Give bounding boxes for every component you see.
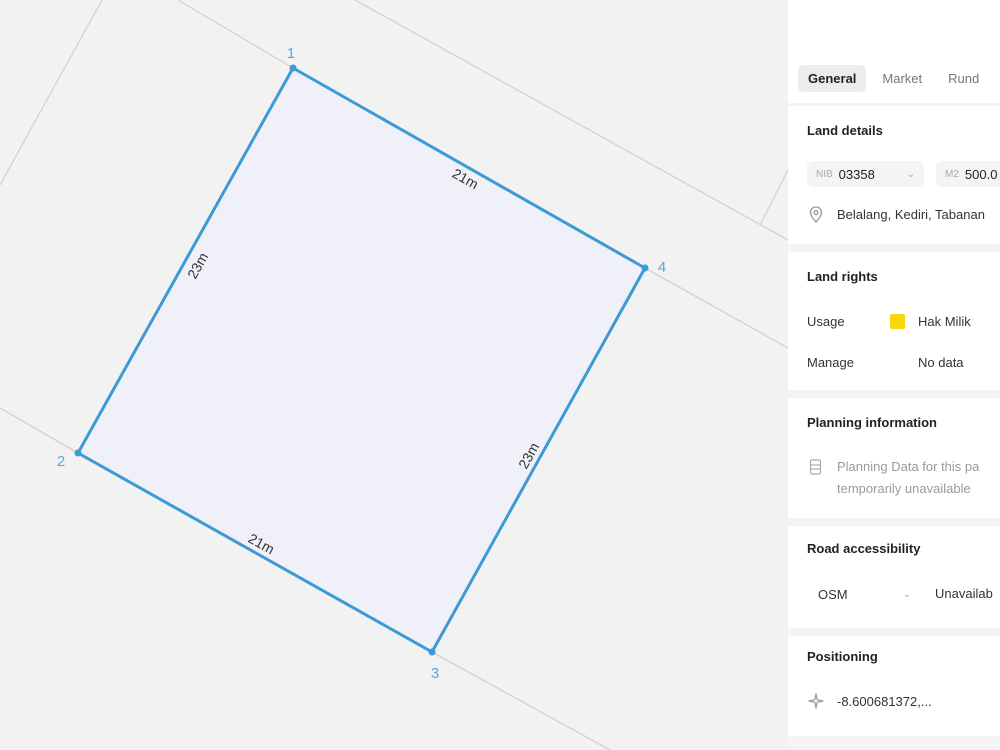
road-source-value: OSM xyxy=(818,586,848,602)
tab-market[interactable]: Market xyxy=(872,65,932,92)
tab-general[interactable]: General xyxy=(798,65,867,92)
chevron-down-icon: ⌄ xyxy=(906,168,915,180)
coordinates-text: -8.600681372,... xyxy=(837,694,932,709)
tab-rund[interactable]: Rund xyxy=(938,65,989,92)
manage-color-swatch xyxy=(890,355,905,370)
positioning-title: Positioning xyxy=(807,649,878,664)
road-source-select[interactable]: OSM ⌄ xyxy=(807,580,919,608)
road-title: Road accessibility xyxy=(807,541,921,556)
vertex-label-1: 1 xyxy=(287,45,295,62)
map-svg[interactable]: 21m 23m 21m 23m 1 2 3 4 xyxy=(0,0,788,750)
land-rights-card: Land rights Usage Hak Milik Manage No da… xyxy=(788,252,1000,390)
location-text: Belalang, Kediri, Tabanan xyxy=(837,207,985,222)
nib-prefix: NIB xyxy=(816,168,833,180)
manage-label: Manage xyxy=(807,355,854,370)
planning-line-2: temporarily unavailable xyxy=(837,481,971,496)
area-prefix: M2 xyxy=(945,168,959,180)
manage-value: No data xyxy=(918,355,964,370)
area-value: 500.0 xyxy=(964,166,998,182)
location-pin-icon xyxy=(809,206,823,223)
usage-value: Hak Milik xyxy=(918,314,971,329)
document-icon xyxy=(809,459,822,475)
parcel-line xyxy=(0,0,103,186)
vertex-dot-3[interactable] xyxy=(428,648,436,656)
vertex-label-2: 2 xyxy=(57,453,65,470)
vertex-dot-2[interactable] xyxy=(74,449,82,457)
road-status: Unavailab xyxy=(935,586,993,601)
positioning-card: Positioning -8.600681372,... xyxy=(788,636,1000,736)
parcel-line xyxy=(644,267,788,349)
land-details-title: Land details xyxy=(807,123,883,138)
parcel-line xyxy=(177,0,294,69)
vertex-dot-4[interactable] xyxy=(641,264,649,272)
details-panel: General Market Rund Land details NIB 033… xyxy=(788,0,1000,750)
nib-field[interactable]: NIB 03358 ⌄ xyxy=(807,161,924,187)
crosshair-icon xyxy=(808,693,824,709)
usage-color-swatch xyxy=(890,314,905,329)
chevron-down-icon: ⌄ xyxy=(902,588,911,600)
map-canvas[interactable]: 21m 23m 21m 23m 1 2 3 4 xyxy=(0,0,788,750)
tab-list: General Market Rund xyxy=(798,65,989,92)
planning-card: Planning information Planning Data for t… xyxy=(788,398,1000,518)
tabs-bar: General Market Rund xyxy=(788,0,1000,103)
land-rights-title: Land rights xyxy=(807,269,878,284)
road-card: Road accessibility OSM ⌄ Unavailab xyxy=(788,526,1000,628)
parcel-line xyxy=(759,169,788,226)
land-details-card: Land details NIB 03358 ⌄ M2 500.0 Belala… xyxy=(788,106,1000,244)
planning-title: Planning information xyxy=(807,415,937,430)
planning-line-1: Planning Data for this pa xyxy=(837,459,980,474)
parcel-polygon[interactable] xyxy=(76,66,647,654)
parcel-line xyxy=(0,407,79,454)
nib-value: 03358 xyxy=(838,166,875,182)
vertex-label-4: 4 xyxy=(658,259,666,276)
usage-label: Usage xyxy=(807,314,845,329)
vertex-dot-1[interactable] xyxy=(289,64,297,72)
parcel-line xyxy=(431,651,611,750)
vertex-label-3: 3 xyxy=(431,665,439,682)
area-field[interactable]: M2 500.0 xyxy=(936,161,1000,187)
